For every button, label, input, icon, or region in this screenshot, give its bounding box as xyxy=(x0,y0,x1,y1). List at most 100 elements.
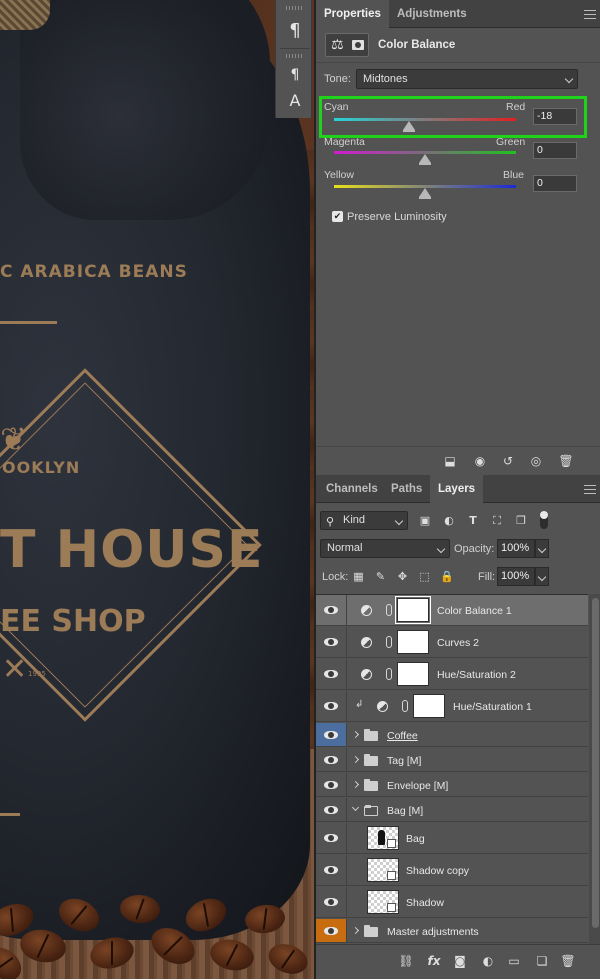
layer-row-hue-saturation-1[interactable]: ↲ Hue/Saturation 1 xyxy=(316,691,588,722)
dock-grip[interactable] xyxy=(286,54,302,58)
chevron-right-icon[interactable] xyxy=(351,755,360,764)
paragraph-styles-icon[interactable]: ¶ xyxy=(284,64,306,86)
lock-transparency-icon[interactable]: ▦ xyxy=(352,570,365,583)
chevron-right-icon[interactable] xyxy=(351,730,360,739)
layer-style-fx-icon[interactable]: fx xyxy=(426,954,442,968)
visibility-toggle[interactable] xyxy=(316,659,347,689)
document-canvas[interactable]: C ARABICA BEANS ❦ OOKLYN T HOUSE EE SHOP… xyxy=(0,0,314,979)
layer-name[interactable]: Tag [M] xyxy=(387,755,421,767)
new-group-icon[interactable]: ▭ xyxy=(506,954,522,968)
layer-row-bag[interactable]: Bag xyxy=(316,823,588,854)
chevron-down-icon[interactable] xyxy=(351,803,360,812)
panel-menu-icon[interactable] xyxy=(584,10,596,19)
visibility-toggle[interactable] xyxy=(316,823,347,853)
visibility-toggle[interactable] xyxy=(316,691,347,721)
layer-mask-thumbnail[interactable] xyxy=(395,596,431,624)
delete-adjustment-icon[interactable]: 🗑 xyxy=(558,454,574,468)
filter-shape-icon[interactable]: ⛶ xyxy=(490,514,504,528)
link-chain-icon[interactable] xyxy=(386,636,392,648)
filter-toggle-switch[interactable] xyxy=(540,511,548,529)
view-previous-state-icon[interactable]: ◉ xyxy=(472,454,488,468)
layer-row-color-balance-1[interactable]: Color Balance 1 xyxy=(316,595,588,626)
layer-mask-thumbnail[interactable] xyxy=(397,662,429,686)
tone-dropdown[interactable]: Midtones xyxy=(356,69,578,89)
add-mask-icon[interactable]: ◙ xyxy=(452,954,468,968)
filter-adjustment-icon[interactable]: ◐ xyxy=(442,514,456,528)
blend-mode-dropdown[interactable]: Normal xyxy=(320,539,450,558)
tab-layers[interactable]: Layers xyxy=(430,475,484,503)
visibility-toggle[interactable] xyxy=(316,798,347,821)
lock-image-pixels-icon[interactable]: ✎ xyxy=(374,570,387,583)
layer-row-tag-group[interactable]: Tag [M] xyxy=(316,748,588,772)
layer-row-shadow[interactable]: Shadow xyxy=(316,887,588,918)
filter-smart-object-icon[interactable]: ❐ xyxy=(514,514,528,528)
chevron-right-icon[interactable] xyxy=(351,926,360,935)
layer-thumbnail[interactable] xyxy=(367,890,399,914)
lock-artboard-icon[interactable]: ⬚ xyxy=(418,570,431,583)
filter-type-icon[interactable]: T xyxy=(466,514,480,528)
chevron-right-icon[interactable] xyxy=(351,780,360,789)
layer-thumbnail[interactable] xyxy=(367,858,399,882)
filter-kind-dropdown[interactable]: ⚲ Kind xyxy=(320,511,408,530)
tab-paths[interactable]: Paths xyxy=(383,475,430,503)
preserve-luminosity-checkbox[interactable]: ✔ xyxy=(332,211,343,222)
filter-pixel-icon[interactable]: ▣ xyxy=(418,514,432,528)
tab-adjustments[interactable]: Adjustments xyxy=(389,0,475,28)
toggle-visibility-icon[interactable]: ◎ xyxy=(528,454,544,468)
magenta-green-value-input[interactable]: 0 xyxy=(533,142,577,159)
layer-name[interactable]: Coffee xyxy=(387,730,418,742)
yellow-blue-slider-thumb[interactable] xyxy=(419,188,431,199)
layer-row-coffee-group[interactable]: Coffee xyxy=(316,723,588,747)
reset-icon[interactable]: ↺ xyxy=(500,454,516,468)
layer-row-bag-group[interactable]: Bag [M] xyxy=(316,798,588,822)
link-chain-icon[interactable] xyxy=(402,700,408,712)
layer-name[interactable]: Master adjustments xyxy=(387,926,479,938)
layer-name[interactable]: Curves 2 xyxy=(437,637,479,649)
visibility-toggle[interactable] xyxy=(316,595,347,625)
link-layers-icon[interactable]: ⛓ xyxy=(398,954,414,968)
link-chain-icon[interactable] xyxy=(386,668,392,680)
layer-name[interactable]: Hue/Saturation 1 xyxy=(453,701,532,713)
panel-menu-icon[interactable] xyxy=(584,485,596,494)
layer-name[interactable]: Bag xyxy=(406,833,425,845)
layer-row-master-adjustments-group[interactable]: Master adjustments xyxy=(316,919,588,943)
visibility-toggle[interactable] xyxy=(316,855,347,885)
lock-position-icon[interactable]: ✥ xyxy=(396,570,409,583)
layer-thumbnail[interactable] xyxy=(367,826,399,850)
opacity-input[interactable]: 100% xyxy=(497,539,535,558)
visibility-toggle[interactable] xyxy=(316,723,347,746)
yellow-blue-value-input[interactable]: 0 xyxy=(533,175,577,192)
layer-name[interactable]: Color Balance 1 xyxy=(437,605,512,617)
paragraph-icon[interactable]: ¶ xyxy=(284,20,306,42)
visibility-toggle[interactable] xyxy=(316,748,347,771)
color-balance-icon[interactable]: ⚖ xyxy=(331,37,347,53)
fill-dropdown[interactable] xyxy=(535,567,549,586)
clip-to-layer-icon[interactable]: ⬓ xyxy=(442,454,458,468)
tab-channels[interactable]: Channels xyxy=(318,475,386,503)
layer-name[interactable]: Shadow copy xyxy=(406,865,469,877)
layer-row-hue-saturation-2[interactable]: Hue/Saturation 2 xyxy=(316,659,588,690)
dock-grip[interactable] xyxy=(286,6,302,10)
visibility-toggle[interactable] xyxy=(316,773,347,796)
lock-all-icon[interactable]: 🔒 xyxy=(440,570,454,583)
visibility-toggle[interactable] xyxy=(316,919,347,942)
layer-name[interactable]: Shadow xyxy=(406,897,444,909)
layer-name[interactable]: Bag [M] xyxy=(387,805,423,817)
layer-mask-icon[interactable] xyxy=(352,40,364,50)
visibility-toggle[interactable] xyxy=(316,627,347,657)
new-adjustment-layer-icon[interactable]: ◐ xyxy=(480,954,496,968)
layers-scrollbar[interactable] xyxy=(589,594,600,944)
character-styles-icon[interactable]: A xyxy=(284,90,306,112)
layer-mask-thumbnail[interactable] xyxy=(397,630,429,654)
delete-layer-icon[interactable]: 🗑 xyxy=(560,954,576,968)
layer-name[interactable]: Hue/Saturation 2 xyxy=(437,669,516,681)
link-chain-icon[interactable] xyxy=(386,604,392,616)
new-layer-icon[interactable]: ❏ xyxy=(534,954,550,968)
visibility-toggle[interactable] xyxy=(316,887,347,917)
magenta-green-slider-thumb[interactable] xyxy=(419,154,431,165)
fill-input[interactable]: 100% xyxy=(497,567,535,586)
layer-row-envelope-group[interactable]: Envelope [M] xyxy=(316,773,588,797)
opacity-dropdown[interactable] xyxy=(535,539,549,558)
layer-row-curves-2[interactable]: Curves 2 xyxy=(316,627,588,658)
layer-row-shadow-copy[interactable]: Shadow copy xyxy=(316,855,588,886)
